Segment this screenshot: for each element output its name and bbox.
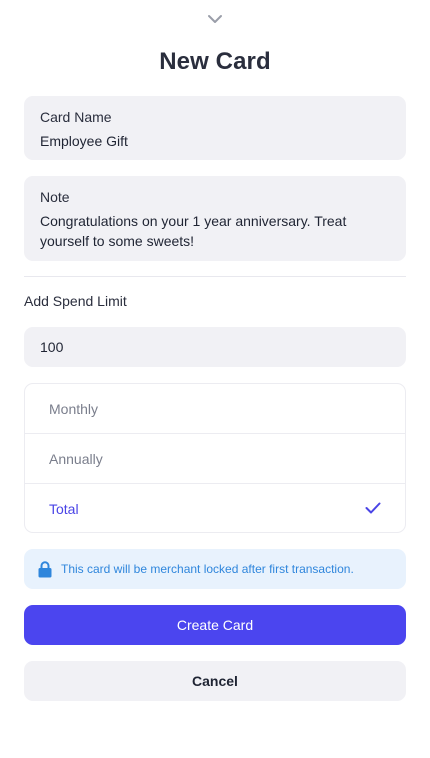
merchant-lock-notice: This card will be merchant locked after …	[24, 549, 406, 589]
note-input[interactable]: Congratulations on your 1 year anniversa…	[40, 211, 390, 251]
note-label: Note	[40, 189, 70, 205]
new-card-sheet: New Card Card Name Employee Gift Note Co…	[0, 0, 430, 758]
page-title: New Card	[159, 48, 271, 75]
lock-icon	[38, 560, 52, 578]
limit-period-list: Monthly Annually Total	[24, 383, 406, 533]
period-option-label: Annually	[49, 450, 103, 467]
period-option-total[interactable]: Total	[25, 484, 405, 532]
period-option-monthly[interactable]: Monthly	[25, 384, 405, 434]
note-field[interactable]: Note Congratulations on your 1 year anni…	[24, 176, 406, 261]
chevron-down-icon[interactable]	[205, 12, 225, 26]
create-card-button[interactable]: Create Card	[24, 605, 406, 645]
card-name-input[interactable]: Employee Gift	[40, 131, 390, 151]
period-option-annually[interactable]: Annually	[25, 434, 405, 484]
divider	[24, 276, 406, 277]
card-name-label: Card Name	[40, 109, 112, 125]
period-option-label: Monthly	[49, 400, 99, 417]
card-name-field[interactable]: Card Name Employee Gift	[24, 96, 406, 160]
notice-text: This card will be merchant locked after …	[61, 562, 354, 576]
checkmark-icon	[365, 501, 381, 517]
cancel-button[interactable]: Cancel	[24, 661, 406, 701]
spend-limit-label: Add Spend Limit	[24, 293, 127, 309]
period-option-label: Total	[49, 501, 79, 517]
spend-limit-input[interactable]: 100	[24, 327, 406, 367]
